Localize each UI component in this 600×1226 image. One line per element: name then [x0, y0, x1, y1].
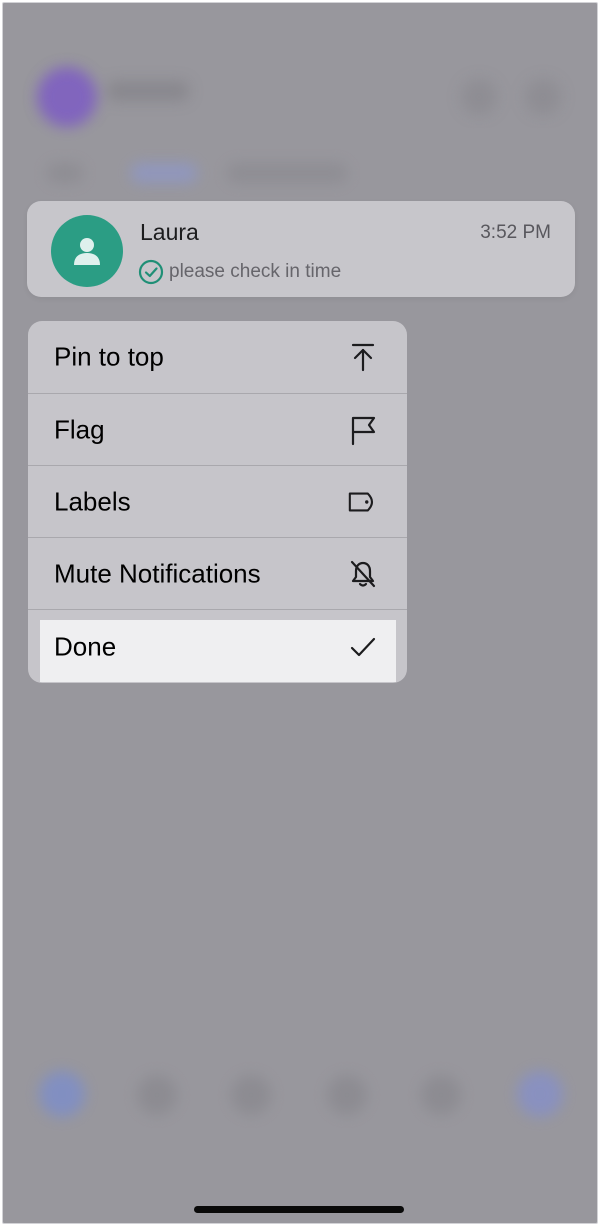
flag-icon: [347, 414, 379, 446]
label-tag-icon: [347, 486, 379, 518]
screen: Laura 3:52 PM please check in time Pin t…: [2, 2, 598, 1224]
context-menu: Pin to top Flag Labels Mute Notification…: [28, 321, 407, 683]
message-preview: please check in time: [138, 259, 341, 285]
contact-name: Laura: [140, 219, 199, 245]
menu-item-label: Done: [54, 631, 117, 661]
bell-slash-icon: [347, 558, 379, 590]
menu-item-label: Pin to top: [54, 341, 164, 372]
menu-item-done[interactable]: Done: [28, 609, 407, 683]
message-preview-text: please check in time: [169, 261, 342, 282]
chat-row-preview[interactable]: Laura 3:52 PM please check in time: [27, 201, 575, 297]
read-check-circle-icon: [138, 259, 164, 285]
avatar: [51, 215, 123, 287]
menu-item-mute-notifications[interactable]: Mute Notifications: [28, 537, 407, 609]
menu-item-label: Labels: [54, 486, 131, 516]
menu-item-labels[interactable]: Labels: [28, 465, 407, 537]
menu-item-flag[interactable]: Flag: [28, 393, 407, 465]
message-time: 3:52 PM: [480, 222, 551, 243]
home-indicator[interactable]: [194, 1206, 404, 1213]
menu-item-pin-to-top[interactable]: Pin to top: [28, 321, 407, 393]
menu-item-label: Mute Notifications: [54, 558, 261, 588]
pin-to-top-icon: [347, 341, 379, 373]
menu-item-label: Flag: [54, 414, 105, 444]
person-icon: [74, 238, 100, 265]
checkmark-icon: [347, 631, 379, 663]
